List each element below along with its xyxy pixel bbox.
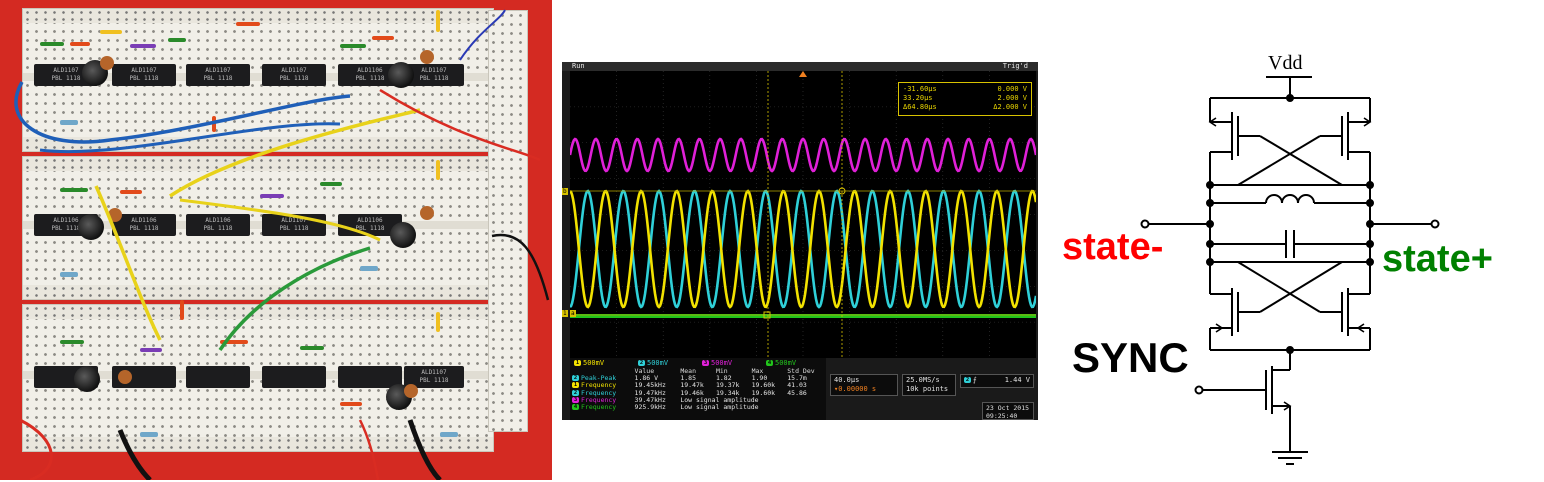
date-text: 23 Oct 2015 <box>986 404 1030 412</box>
scope-top-bar: Run Trig'd <box>562 62 1038 71</box>
acquisition-info: 25.0MS/s 10k points <box>902 374 956 396</box>
cursor-delta-t: Δ64.80µs <box>903 103 937 111</box>
ref-a-marker: a <box>570 310 576 317</box>
cursor-v1-value: 0.000 V <box>997 85 1027 93</box>
sample-rate: 25.0MS/s <box>906 376 940 384</box>
trigger-level: 1.44 V <box>1004 376 1030 384</box>
ch1-scale: 1 500mV <box>574 359 605 367</box>
date-time: 23 Oct 2015 09:25:40 <box>982 402 1034 420</box>
timebase-scale: 40.0µs <box>834 376 860 384</box>
breadboard-photo: ALD1107 PBL 1118 ALD1107 PBL 1118 ALD110… <box>0 0 552 480</box>
oscillator-schematic: Vdd state- state+ SYNC <box>1050 40 1544 482</box>
cursor-delta-v: Δ2.000 V <box>993 103 1027 111</box>
sync-label: SYNC <box>1072 334 1189 381</box>
time-text: 09:25:40 <box>986 412 1018 420</box>
horizontal-info: 40.0µs ▾0.00000 s <box>830 374 898 396</box>
measurement-row: 4 Frequency 925.9kHz Low signal amplitude <box>572 403 759 412</box>
trigger-slope-icon: ⨍ <box>973 376 977 384</box>
cursor-t1-value: -31.60µs <box>903 85 937 93</box>
state-plus-label: state+ <box>1382 238 1493 280</box>
vdd-label: Vdd <box>1268 52 1303 74</box>
cursor-readout: -31.60µs 0.000 V 33.20µs 2.000 V Δ64.80µs Δ… <box>898 82 1032 116</box>
run-status: Run <box>572 62 585 70</box>
measurement-table: Value Mean Min Max Std Dev 2 Peak-Peak 1.86 V1… <box>570 367 826 420</box>
state-minus-label: state- <box>1062 226 1164 268</box>
horizontal-delay: ▾0.00000 s <box>834 385 877 393</box>
cursor-t2-value: 33.20µs <box>903 94 933 102</box>
trigger-info: 2 ⨍ 1.44 V <box>960 374 1034 388</box>
record-length: 10k points <box>906 385 949 393</box>
cursor-v2-value: 2.000 V <box>997 94 1027 102</box>
trigger-status: Trig'd <box>1002 62 1028 70</box>
ch1-ground-marker: 1 <box>562 310 568 317</box>
oscilloscope-screen: Run Trig'd b 1 a -31.60µs 0.000 V 33.20µs… <box>562 62 1038 420</box>
ref-b-marker: b <box>562 188 568 195</box>
flying-wires <box>14 9 550 480</box>
